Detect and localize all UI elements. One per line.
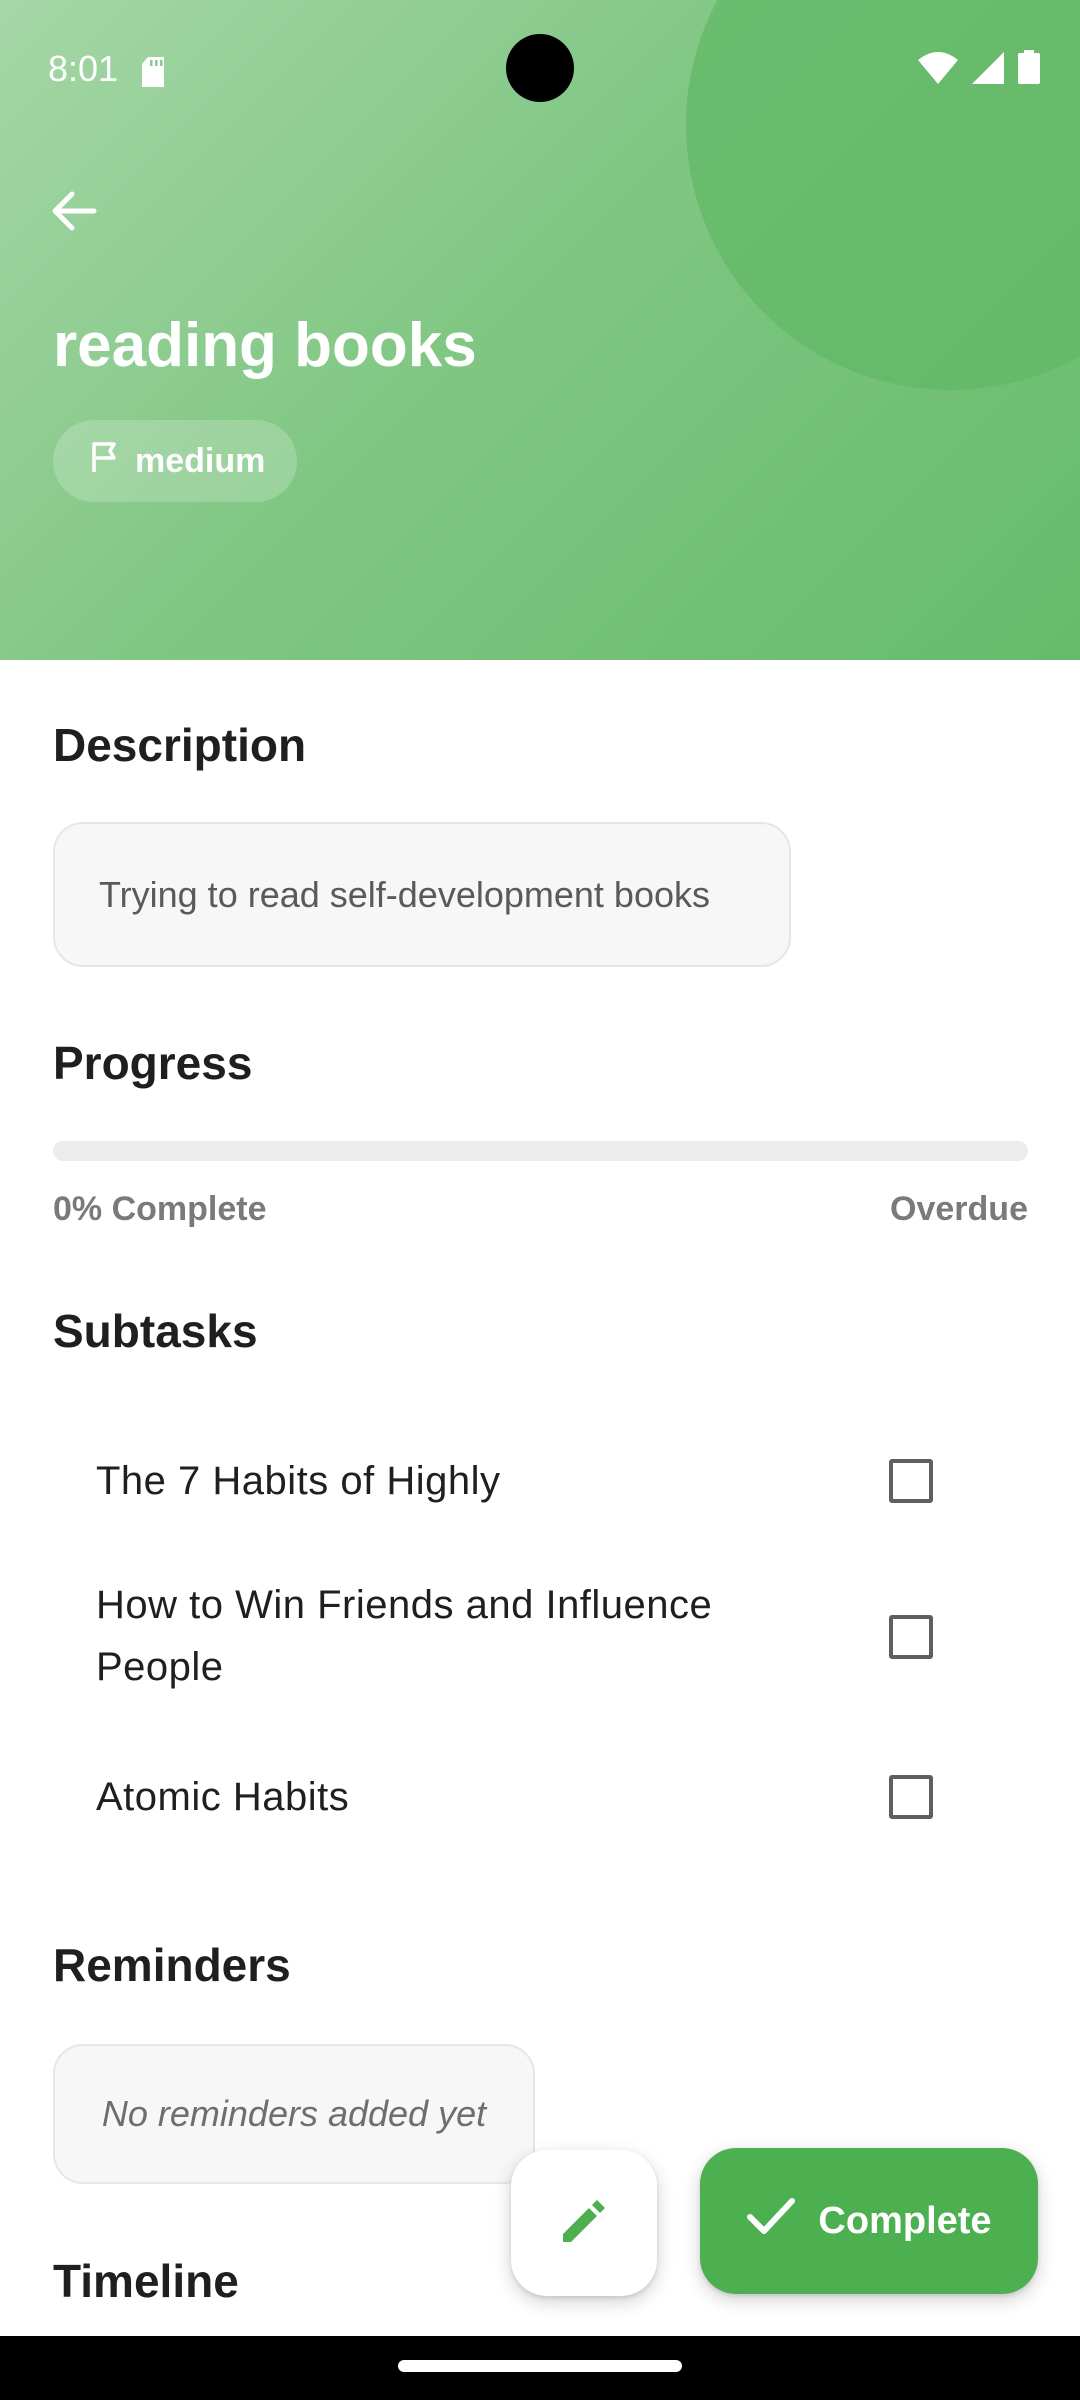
progress-bar [53, 1141, 1028, 1161]
complete-button[interactable]: Complete [700, 2148, 1038, 2294]
home-gesture-handle[interactable] [398, 2360, 682, 2372]
priority-label: medium [135, 441, 266, 480]
header: 8:01 reading books medium [0, 0, 1080, 660]
complete-label: Complete [818, 2199, 992, 2242]
subtasks-heading: Subtasks [53, 1305, 258, 1357]
reminders-heading: Reminders [53, 1939, 291, 1991]
subtask-item[interactable]: The 7 Habits of Highly [53, 1440, 1028, 1522]
task-detail-screen: 8:01 reading books medium Description Tr… [0, 0, 1080, 2400]
subtask-label: The 7 Habits of Highly [96, 1459, 501, 1503]
progress-heading: Progress [53, 1037, 253, 1089]
subtask-label: Atomic Habits [96, 1775, 350, 1819]
subtask-item[interactable]: Atomic Habits [53, 1756, 1028, 1838]
subtask-checkbox[interactable] [889, 1775, 933, 1819]
edit-button[interactable] [511, 2150, 657, 2296]
priority-chip: medium [53, 420, 298, 502]
wifi-icon [918, 51, 958, 93]
back-button[interactable] [40, 176, 110, 246]
sd-card-icon [140, 54, 166, 96]
description-box: Trying to read self-development books [53, 822, 791, 967]
navigation-bar [0, 2336, 1080, 2400]
subtask-item[interactable]: How to Win Friends and Influence People [53, 1572, 1028, 1702]
timeline-heading: Timeline [53, 2255, 239, 2307]
subtask-checkbox[interactable] [889, 1459, 933, 1503]
description-heading: Description [53, 719, 307, 771]
camera-cutout [506, 34, 574, 102]
battery-icon [1018, 50, 1040, 93]
progress-percent: 0% Complete [53, 1190, 267, 1228]
progress-status: Overdue [890, 1190, 1028, 1228]
pencil-icon [557, 2194, 611, 2253]
status-bar: 8:01 [0, 0, 1080, 136]
signal-icon [972, 51, 1004, 93]
subtask-label: How to Win Friends and Influence People [96, 1583, 713, 1689]
task-title: reading books [53, 311, 477, 380]
status-icons [918, 50, 1040, 93]
reminders-empty-box: No reminders added yet [53, 2044, 535, 2184]
flag-icon [87, 440, 121, 483]
subtask-checkbox[interactable] [889, 1615, 933, 1659]
status-time: 8:01 [48, 48, 119, 89]
check-icon [746, 2196, 796, 2246]
arrow-left-icon [40, 191, 110, 250]
